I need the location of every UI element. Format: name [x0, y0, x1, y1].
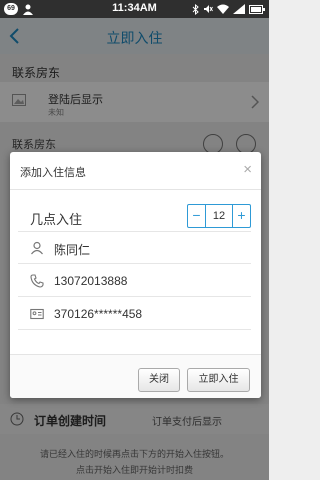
person-icon [31, 241, 43, 255]
checkin-time-row: 几点入住 − + [18, 200, 251, 232]
checkin-info-dialog: 添加入住信息 × 几点入住 − + 陈同仁 13072013888 370126… [10, 152, 261, 398]
id-card-icon [30, 308, 44, 320]
hour-input[interactable] [207, 205, 231, 227]
phone-icon [30, 274, 44, 288]
wifi-icon [217, 4, 229, 14]
dialog-header: 添加入住信息 × [10, 152, 261, 190]
close-icon[interactable]: × [243, 162, 252, 177]
guest-id-row[interactable]: 370126******458 [18, 298, 251, 330]
decrement-button[interactable]: − [188, 205, 206, 227]
guest-id-number: 370126******458 [54, 307, 143, 321]
signal-icon [233, 4, 245, 14]
checkin-time-label: 几点入住 [30, 212, 83, 227]
battery-icon [249, 4, 265, 14]
guest-phone-row[interactable]: 13072013888 [18, 265, 251, 297]
hour-stepper: − + [187, 204, 251, 228]
checkin-now-button[interactable]: 立即入住 [187, 368, 250, 392]
guest-name-row[interactable]: 陈同仁 [18, 232, 251, 264]
guest-name: 陈同仁 [54, 243, 91, 257]
mute-icon [204, 5, 213, 13]
increment-button[interactable]: + [232, 205, 250, 227]
dialog-title: 添加入住信息 [20, 167, 86, 179]
bluetooth-icon [192, 3, 199, 15]
status-bar: 69 11:34AM [0, 0, 269, 18]
dialog-footer: 关闭 立即入住 [10, 354, 261, 398]
guest-phone: 13072013888 [54, 274, 128, 288]
close-button[interactable]: 关闭 [138, 368, 180, 392]
